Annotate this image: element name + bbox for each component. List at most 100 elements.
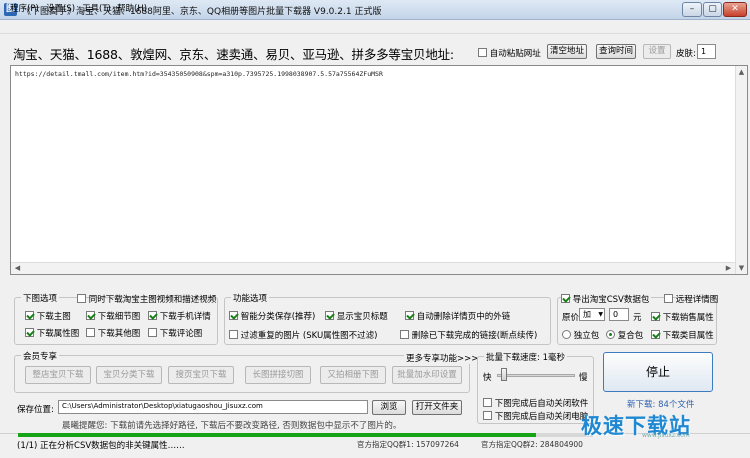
open-folder-button[interactable]: 打开文件夹 [412, 400, 462, 415]
window-title: 《下图高手》淘宝、天猫、1688阿里、京东、QQ相册等图片批量下载器 V9.0.… [22, 7, 382, 17]
combined-pkg-radio[interactable]: 复合包 [606, 329, 643, 341]
other-image-box[interactable] [86, 328, 95, 337]
attribute-image-box[interactable] [25, 328, 34, 337]
opt-show-title[interactable]: 显示宝贝标题 [325, 310, 388, 322]
review-image-box[interactable] [148, 328, 157, 337]
combined-pkg-label: 复合包 [617, 331, 644, 341]
site-watermark-url: www.jisuxz.com [642, 432, 690, 439]
auto-paste-checkbox[interactable]: 自动粘贴网址 [478, 47, 541, 59]
other-image-label: 下载其他图 [97, 329, 141, 339]
url-textarea[interactable]: https://detail.tmall.com/item.htm?id=354… [10, 65, 748, 275]
vertical-scrollbar[interactable]: ▲ ▼ [735, 66, 747, 274]
qq-group-1[interactable]: 官方指定QQ群1: 157097264 [357, 439, 459, 450]
opt-review-image[interactable]: 下载评论图 [148, 327, 202, 339]
sync-video-box[interactable] [77, 294, 86, 303]
url-label: 淘宝、天猫、1688、敦煌网、京东、速卖通、易贝、亚马逊、拼多多等宝贝地址: [13, 47, 454, 62]
price-op-value: 加 [583, 310, 591, 319]
long-image-stitch-button[interactable]: 长图拼接切图 [245, 366, 311, 384]
export-csv-box[interactable] [561, 294, 570, 303]
opt-detail-image[interactable]: 下载细节图 [86, 310, 140, 322]
search-page-download-button[interactable]: 搜页宝贝下载 [168, 366, 234, 384]
remote-detail-checkbox[interactable]: 远程详情图 [664, 293, 718, 305]
delete-done-links-box[interactable] [400, 330, 409, 339]
export-csv-checkbox[interactable]: 导出淘宝CSV数据包 [561, 293, 652, 305]
remote-detail-label: 远程详情图 [675, 295, 719, 305]
standalone-pkg-radio[interactable]: 独立包 [562, 329, 599, 341]
opt-delete-done-links[interactable]: 删除已下载完成的链接(断点续传) [400, 329, 537, 341]
auto-shutdown-checkbox[interactable]: 下图完成后自动关闭电脑 [483, 410, 588, 422]
chevron-down-icon[interactable]: ▼ [598, 309, 603, 320]
speed-slider-thumb[interactable] [500, 368, 507, 381]
scroll-right-icon[interactable]: ▶ [723, 263, 734, 273]
whole-shop-download-button[interactable]: 整店宝贝下载 [25, 366, 91, 384]
mobile-detail-box[interactable] [148, 311, 157, 320]
opt-other-image[interactable]: 下载其他图 [86, 327, 140, 339]
opt-remove-links[interactable]: 自动删除详情页中的外链 [405, 310, 510, 322]
standalone-pkg-label: 独立包 [573, 331, 600, 341]
standalone-pkg-dot[interactable] [562, 330, 571, 339]
scroll-left-icon[interactable]: ◀ [12, 263, 23, 273]
speed-track[interactable] [497, 374, 575, 377]
upyun-album-button[interactable]: 又拍相册下图 [320, 366, 386, 384]
filter-duplicates-box[interactable] [229, 330, 238, 339]
detail-image-box[interactable] [86, 311, 95, 320]
speed-fast-label: 快 [483, 373, 492, 383]
auto-paste-box[interactable] [478, 48, 487, 57]
opt-attribute-image[interactable]: 下载属性图 [25, 327, 79, 339]
scroll-down-icon[interactable]: ▼ [736, 263, 747, 273]
watermark-settings-button[interactable]: 批量加水印设置 [392, 366, 462, 384]
auto-close-app-box[interactable] [483, 398, 492, 407]
opt-mobile-detail[interactable]: 下载手机详情 [148, 310, 211, 322]
opt-smart-save[interactable]: 智能分类保存(推荐) [229, 310, 315, 322]
sales-attr-checkbox[interactable]: 下载销售属性 [651, 311, 714, 323]
mobile-detail-label: 下载手机详情 [159, 312, 211, 322]
stop-button[interactable]: 停止 [603, 352, 713, 392]
category-attr-checkbox[interactable]: 下载类目属性 [651, 329, 714, 341]
minimize-button[interactable]: – [682, 2, 702, 17]
remote-detail-box[interactable] [664, 294, 673, 303]
sync-video-checkbox[interactable]: 同时下载淘宝主图视频和描述视频 [77, 293, 216, 305]
scroll-up-icon[interactable]: ▲ [736, 67, 747, 77]
speed-slow-label: 慢 [579, 373, 588, 383]
smart-save-box[interactable] [229, 311, 238, 320]
menu-program[interactable]: 程序(P) [10, 2, 39, 14]
restore-button[interactable]: ▢ [703, 2, 722, 17]
more-features-link[interactable]: 更多专享功能>>> [404, 352, 481, 364]
browse-button[interactable]: 浏览 [372, 400, 406, 415]
auto-shutdown-box[interactable] [483, 411, 492, 420]
combined-pkg-dot[interactable] [606, 330, 615, 339]
auto-shutdown-label: 下图完成后自动关闭电脑 [494, 412, 589, 422]
menu-tools[interactable]: 工具(T) [82, 2, 111, 14]
remove-links-label: 自动删除详情页中的外链 [416, 312, 511, 322]
category-attr-box[interactable] [651, 330, 660, 339]
clear-address-button[interactable]: 清空地址 [547, 44, 587, 59]
qq-group-2[interactable]: 官方指定QQ群2: 284804900 [481, 439, 583, 450]
speed-title: 批量下载速度: 1毫秒 [484, 351, 567, 363]
show-title-box[interactable] [325, 311, 334, 320]
close-button[interactable]: ✕ [723, 2, 747, 17]
sales-attr-label: 下载销售属性 [662, 313, 714, 323]
save-path-input[interactable]: C:\Users\Administrator\Desktop\xiatugaos… [58, 400, 368, 414]
query-time-button[interactable]: 查询时间 [596, 44, 636, 59]
member-title: 会员专享 [21, 350, 60, 362]
menu-settings[interactable]: 设置(S) [46, 2, 75, 14]
skin-spinner[interactable]: 1 [697, 44, 716, 59]
function-options-title: 功能选项 [231, 292, 270, 304]
price-op-select[interactable]: 加 ▼ [579, 308, 605, 321]
sales-attr-box[interactable] [651, 312, 660, 321]
opt-main-image[interactable]: 下载主图 [25, 310, 71, 322]
horizontal-scrollbar[interactable]: ◀ ▶ [11, 262, 735, 274]
opt-filter-duplicates[interactable]: 过滤重复的图片 (SKU属性图不过滤) [229, 329, 378, 341]
delete-done-links-label: 删除已下载完成的链接(断点续传) [411, 331, 538, 341]
main-image-box[interactable] [25, 311, 34, 320]
price-value-input[interactable]: 0 [609, 308, 629, 321]
category-download-button[interactable]: 宝贝分类下载 [96, 366, 162, 384]
smart-save-label: 智能分类保存(推荐) [240, 312, 316, 322]
settings-button[interactable]: 设置 [643, 44, 671, 59]
category-attr-label: 下载类目属性 [662, 331, 714, 341]
path-hint: 晨曦提醒您: 下载前请先选择好路径, 下载后不要改变路径, 否则数据包中显示不了… [62, 421, 402, 431]
menu-help[interactable]: 帮助(H) [117, 2, 147, 14]
remove-links-box[interactable] [405, 311, 414, 320]
menu-bar [0, 20, 750, 34]
auto-close-app-checkbox[interactable]: 下图完成后自动关闭软件 [483, 397, 588, 409]
